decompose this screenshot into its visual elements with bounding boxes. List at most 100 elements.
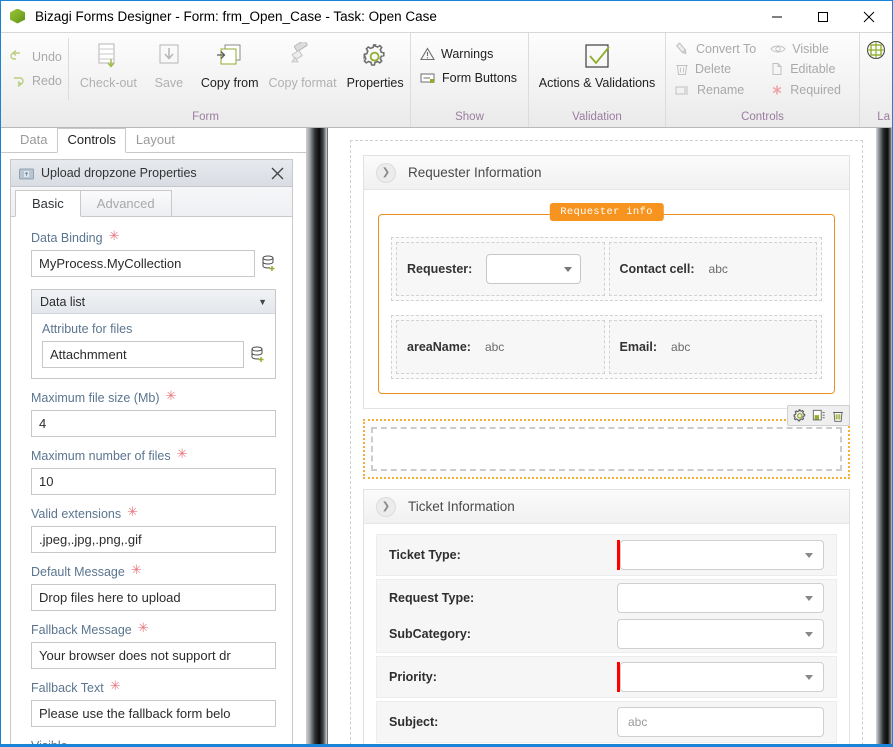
actions-validations-button[interactable]: Actions & Validations	[536, 38, 658, 102]
close-icon[interactable]	[846, 1, 892, 32]
field-label: Default Message ✳	[31, 562, 276, 579]
required-button[interactable]: Required	[768, 80, 852, 100]
ticket-type-dropdown[interactable]	[620, 540, 824, 570]
field-email[interactable]: Email: abc	[608, 320, 817, 374]
subcategory-dropdown[interactable]	[617, 619, 824, 649]
field-label-text: Fallback Message	[31, 623, 132, 637]
close-icon[interactable]	[266, 162, 288, 184]
field-fallback-message: Fallback Message ✳ Your browser does not…	[31, 621, 276, 669]
tab-controls[interactable]: Controls	[57, 128, 126, 153]
field-area-name[interactable]: areaName: abc	[396, 320, 605, 374]
field-request-type[interactable]: Request Type:	[389, 583, 824, 613]
tab-advanced[interactable]: Advanced	[79, 190, 172, 216]
canvas-scroll-area[interactable]: ❯ Requester Information Requester info R…	[328, 128, 877, 746]
default-message-input[interactable]: Drop files here to upload	[31, 584, 276, 611]
field-label: areaName:	[407, 340, 471, 354]
chevron-down-icon[interactable]: ❯	[376, 162, 396, 183]
ribbon-group-title-show: Show	[455, 111, 484, 123]
tab-advanced-label: Advanced	[96, 196, 155, 211]
tab-data[interactable]: Data	[10, 128, 57, 152]
visible-label: Visible	[792, 42, 829, 57]
copy-format-button[interactable]: Copy format	[264, 38, 342, 102]
properties-tab-strip: Basic Advanced	[11, 187, 292, 217]
area-name-value: abc	[484, 340, 505, 354]
field-maximum-file-size: Maximum file size (Mb) ✳ 4	[31, 388, 276, 437]
section-title: Requester Information	[408, 165, 542, 180]
data-picker-icon[interactable]	[251, 346, 265, 363]
visible-button[interactable]: Visible	[768, 39, 852, 59]
copy-format-icon	[287, 40, 319, 74]
rename-button[interactable]: Rename	[673, 80, 762, 100]
required-asterisk-icon: ✳	[165, 388, 177, 403]
data-binding-input[interactable]: MyProcess.MyCollection	[31, 250, 255, 277]
form-row: areaName: abc Email: abc	[391, 315, 822, 379]
request-type-dropdown[interactable]	[617, 583, 824, 613]
actions-validations-label: Actions & Validations	[538, 76, 656, 90]
field-contact-cell[interactable]: Contact cell: abc	[608, 242, 817, 296]
data-picker-icon[interactable]	[262, 255, 276, 272]
data-list-group-body: Attribute for files Attachmment	[32, 314, 275, 378]
save-label: Save	[154, 76, 184, 90]
requester-dropdown[interactable]	[486, 254, 582, 284]
undo-icon	[10, 50, 20, 60]
check-out-button[interactable]: Check-out	[75, 38, 142, 102]
field-label-text: Maximum number of files	[31, 449, 171, 463]
maximum-number-of-files-input[interactable]: 10	[31, 468, 276, 495]
chevron-down-icon[interactable]: ❯	[376, 496, 396, 517]
redo-button[interactable]: Redo	[8, 69, 68, 93]
tab-basic[interactable]: Basic	[15, 190, 81, 217]
undo-button[interactable]: Undo	[8, 45, 68, 69]
check-out-icon	[95, 40, 121, 74]
gear-icon[interactable]	[792, 408, 807, 423]
maximum-file-size-input[interactable]: 4	[31, 410, 276, 437]
rename-icon	[675, 85, 688, 95]
field-subcategory[interactable]: SubCategory:	[389, 619, 824, 649]
editable-button[interactable]: Editable	[768, 59, 852, 79]
fallback-text-input[interactable]: Please use the fallback form belo	[31, 700, 276, 727]
dropzone-drop-area[interactable]	[371, 427, 842, 471]
maximize-icon[interactable]	[800, 1, 846, 32]
priority-dropdown[interactable]	[620, 662, 824, 692]
canvas-vertical-scrollbar[interactable]	[877, 128, 892, 746]
chevron-down-icon	[564, 266, 573, 272]
duplicate-icon[interactable]	[811, 408, 826, 423]
scrollbar-thumb[interactable]	[880, 132, 890, 584]
field-ticket-type[interactable]: Ticket Type:	[376, 534, 837, 576]
delete-button[interactable]: Delete	[673, 59, 762, 79]
undo-label: Undo	[32, 50, 62, 64]
field-label: Data Binding ✳	[31, 229, 276, 245]
required-asterisk-icon: ✳	[130, 562, 142, 577]
subject-input[interactable]: abc	[617, 707, 824, 737]
field-label: Fallback Message ✳	[31, 621, 276, 637]
trash-icon[interactable]	[830, 408, 845, 423]
minimize-icon[interactable]	[754, 1, 800, 32]
check-out-label: Check-out	[79, 76, 137, 90]
valid-extensions-input[interactable]: .jpeg,.jpg,.png,.gif	[31, 526, 276, 553]
fallback-message-input[interactable]: Your browser does not support dr	[31, 642, 276, 669]
field-fallback-text: Fallback Text ✳ Please use the fallback …	[31, 679, 276, 727]
convert-to-icon	[675, 42, 687, 55]
field-priority[interactable]: Priority:	[376, 656, 837, 698]
tab-layout-label: Layout	[135, 132, 175, 147]
data-list-group-header[interactable]: Data list ▼	[32, 290, 275, 314]
convert-to-button[interactable]: Convert To	[673, 39, 762, 59]
ribbon-group-title-controls: Controls	[741, 111, 784, 123]
save-button[interactable]: Save	[142, 38, 196, 102]
upload-dropzone-control[interactable]	[363, 405, 850, 479]
tab-layout[interactable]: Layout	[126, 128, 185, 152]
attribute-for-files-input[interactable]: Attachmment	[42, 341, 244, 368]
field-data-binding: Data Binding ✳ MyProcess.MyCollection	[31, 229, 276, 277]
copy-from-button[interactable]: Copy from	[196, 38, 264, 102]
warnings-button[interactable]: Warnings	[418, 42, 523, 66]
field-subject[interactable]: Subject: abc	[376, 701, 837, 743]
properties-button[interactable]: Properties	[342, 38, 409, 102]
rename-label: Rename	[697, 82, 745, 97]
section-title: Ticket Information	[408, 499, 515, 514]
properties-scroll-area[interactable]: Data Binding ✳ MyProcess.MyCollection Da…	[11, 217, 292, 746]
section-header[interactable]: ❯ Requester Information	[364, 156, 849, 190]
panel-splitter[interactable]	[307, 128, 327, 746]
form-buttons-button[interactable]: Form Buttons	[418, 66, 523, 90]
layout-grid-button[interactable]	[866, 40, 886, 63]
field-requester[interactable]: Requester:	[396, 242, 605, 296]
section-header[interactable]: ❯ Ticket Information	[364, 490, 849, 524]
